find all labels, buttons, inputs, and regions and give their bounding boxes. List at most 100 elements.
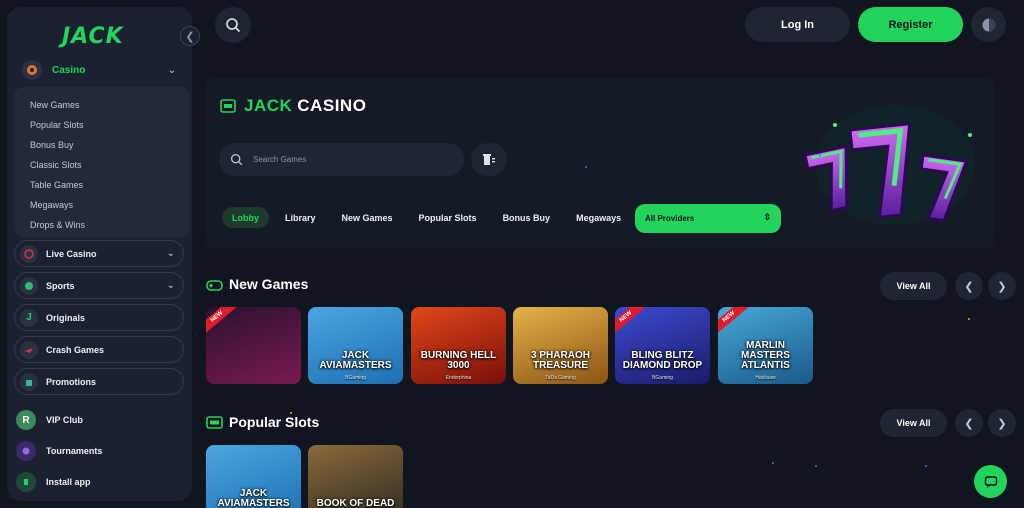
search-bar[interactable] bbox=[219, 143, 464, 176]
view-all-button[interactable]: View All bbox=[880, 409, 947, 437]
sidebar-item-label: Crash Games bbox=[46, 344, 105, 355]
slot-machine-icon bbox=[220, 99, 236, 113]
sidebar-item-label: Live Casino bbox=[46, 248, 97, 259]
game-title: BOOK OF DEAD bbox=[316, 498, 395, 508]
tab-new-games[interactable]: New Games bbox=[332, 207, 403, 228]
game-tile[interactable]: NEW BLING BLITZ DIAMOND DROP BGaming bbox=[615, 307, 710, 384]
game-title: JACK AVIAMASTERS bbox=[217, 488, 290, 508]
sidebar-item-promotions[interactable]: Promotions bbox=[14, 368, 184, 395]
submenu-item-table-games[interactable]: Table Games bbox=[14, 175, 190, 195]
sidebar-item-live-casino[interactable]: Live Casino ⌄ bbox=[14, 240, 184, 267]
chevron-updown-icon: ⇳ bbox=[763, 212, 771, 222]
game-title: MARLIN MASTERS ATLANTIS bbox=[741, 340, 790, 371]
game-tile[interactable]: BOOK OF DEAD bbox=[308, 445, 403, 508]
search-input[interactable] bbox=[253, 155, 443, 164]
jack-j-icon: J bbox=[20, 308, 38, 327]
game-provider: TaDa Gaming bbox=[545, 375, 576, 381]
sidebar-item-crash-games[interactable]: Crash Games bbox=[14, 336, 184, 363]
language-button[interactable] bbox=[971, 7, 1006, 42]
section-title-new-games: New Games bbox=[206, 276, 308, 292]
sidebar-item-label: Sports bbox=[46, 280, 75, 291]
register-button[interactable]: Register bbox=[858, 7, 963, 42]
sidebar-item-label: Install app bbox=[46, 477, 91, 487]
game-tile[interactable]: NEW MARLIN MASTERS ATLANTIS Hacksaw bbox=[718, 307, 813, 384]
sidebar-item-originals[interactable]: J Originals bbox=[14, 304, 184, 331]
tab-library[interactable]: Library bbox=[275, 207, 326, 228]
page-title: JACK CASINO bbox=[220, 96, 366, 116]
prev-button[interactable]: ❮ bbox=[955, 272, 983, 300]
sidebar-item-vip-club[interactable]: R VIP Club bbox=[14, 408, 184, 432]
submenu-item-drops-wins[interactable]: Drops & Wins bbox=[14, 215, 190, 235]
decor-dot bbox=[815, 465, 817, 467]
search-button[interactable] bbox=[215, 7, 251, 43]
sidebar-item-sports[interactable]: Sports ⌄ bbox=[14, 272, 184, 299]
game-tile[interactable]: JACK AVIAMASTERS BGaming bbox=[308, 307, 403, 384]
next-button[interactable]: ❯ bbox=[988, 409, 1016, 437]
providers-select[interactable]: All Providers ⇳ bbox=[635, 204, 781, 233]
game-title: 3 PHARAOH TREASURE bbox=[531, 350, 590, 371]
chat-icon bbox=[984, 475, 997, 488]
tab-megaways[interactable]: Megaways bbox=[566, 207, 631, 228]
lucky-777-art bbox=[803, 105, 975, 225]
submenu-item-classic-slots[interactable]: Classic Slots bbox=[14, 155, 190, 175]
casino-submenu: New Games Popular Slots Bonus Buy Classi… bbox=[14, 87, 190, 237]
game-tile[interactable]: JACK AVIAMASTERS bbox=[206, 445, 301, 508]
new-badge: NEW bbox=[718, 307, 752, 337]
sidebar-item-casino[interactable]: Casino ⌄ bbox=[14, 55, 184, 85]
sidebar: JACK Casino ⌄ New Games Popular Slots Bo… bbox=[7, 7, 192, 501]
slot-machine-icon bbox=[206, 415, 223, 429]
title-rest: CASINO bbox=[297, 96, 367, 115]
trophy-icon bbox=[16, 441, 36, 461]
sidebar-item-label: Promotions bbox=[46, 376, 97, 387]
filter-icon bbox=[483, 153, 495, 165]
ball-icon bbox=[20, 276, 38, 295]
gamepad-icon bbox=[206, 279, 223, 291]
brand-logo[interactable]: JACK bbox=[62, 24, 124, 49]
game-title: BLING BLITZ DIAMOND DROP bbox=[622, 350, 703, 371]
sidebar-item-label: Originals bbox=[46, 312, 86, 323]
title-accent: JACK bbox=[244, 96, 293, 115]
roulette-icon bbox=[20, 244, 38, 263]
sidebar-item-install-app[interactable]: Install app bbox=[14, 470, 184, 494]
decor-dot bbox=[968, 318, 970, 320]
new-badge: NEW bbox=[615, 307, 649, 337]
category-tabs: Lobby Library New Games Popular Slots Bo… bbox=[222, 207, 637, 228]
section-label: New Games bbox=[229, 276, 309, 292]
game-tile[interactable]: BURNING HELL 3000 Endorphina bbox=[411, 307, 506, 384]
chevron-down-icon: ⌄ bbox=[166, 248, 175, 259]
next-button[interactable]: ❯ bbox=[988, 272, 1016, 300]
tab-bonus-buy[interactable]: Bonus Buy bbox=[493, 207, 561, 228]
submenu-item-new-games[interactable]: New Games bbox=[14, 95, 190, 115]
section-title-popular-slots: Popular Slots bbox=[206, 414, 319, 430]
sidebar-item-label: VIP Club bbox=[46, 415, 83, 425]
gift-icon bbox=[20, 372, 38, 391]
sidebar-item-label: Tournaments bbox=[46, 446, 103, 456]
collapse-sidebar-button[interactable]: ❮ bbox=[180, 26, 200, 46]
submenu-item-megaways[interactable]: Megaways bbox=[14, 195, 190, 215]
game-provider: Hacksaw bbox=[755, 375, 776, 381]
providers-select-value: All Providers bbox=[645, 214, 695, 223]
login-button[interactable]: Log In bbox=[745, 7, 850, 42]
chat-button[interactable] bbox=[974, 465, 1007, 498]
tab-lobby[interactable]: Lobby bbox=[222, 207, 269, 228]
prev-button[interactable]: ❮ bbox=[955, 409, 983, 437]
tab-popular-slots[interactable]: Popular Slots bbox=[409, 207, 487, 228]
submenu-item-popular-slots[interactable]: Popular Slots bbox=[14, 115, 190, 135]
game-title: BURNING HELL 3000 bbox=[420, 350, 497, 371]
view-all-button[interactable]: View All bbox=[880, 272, 947, 300]
plane-icon bbox=[20, 340, 38, 359]
globe-icon bbox=[982, 18, 995, 31]
game-tile[interactable]: 3 PHARAOH TREASURE TaDa Gaming bbox=[513, 307, 608, 384]
sidebar-item-label: Casino bbox=[52, 64, 86, 76]
game-provider: Endorphina bbox=[445, 375, 472, 381]
search-icon bbox=[230, 153, 243, 166]
sidebar-item-tournaments[interactable]: Tournaments bbox=[14, 439, 184, 463]
game-tile[interactable]: NEW bbox=[206, 307, 301, 384]
app-root: JACK Casino ⌄ New Games Popular Slots Bo… bbox=[0, 0, 1024, 508]
chip-icon bbox=[22, 60, 42, 80]
game-title: JACK AVIAMASTERS bbox=[319, 350, 392, 371]
decor-dot bbox=[772, 462, 774, 464]
submenu-item-bonus-buy[interactable]: Bonus Buy bbox=[14, 135, 190, 155]
chevron-down-icon: ⌄ bbox=[167, 64, 176, 76]
filter-button[interactable] bbox=[471, 143, 507, 176]
